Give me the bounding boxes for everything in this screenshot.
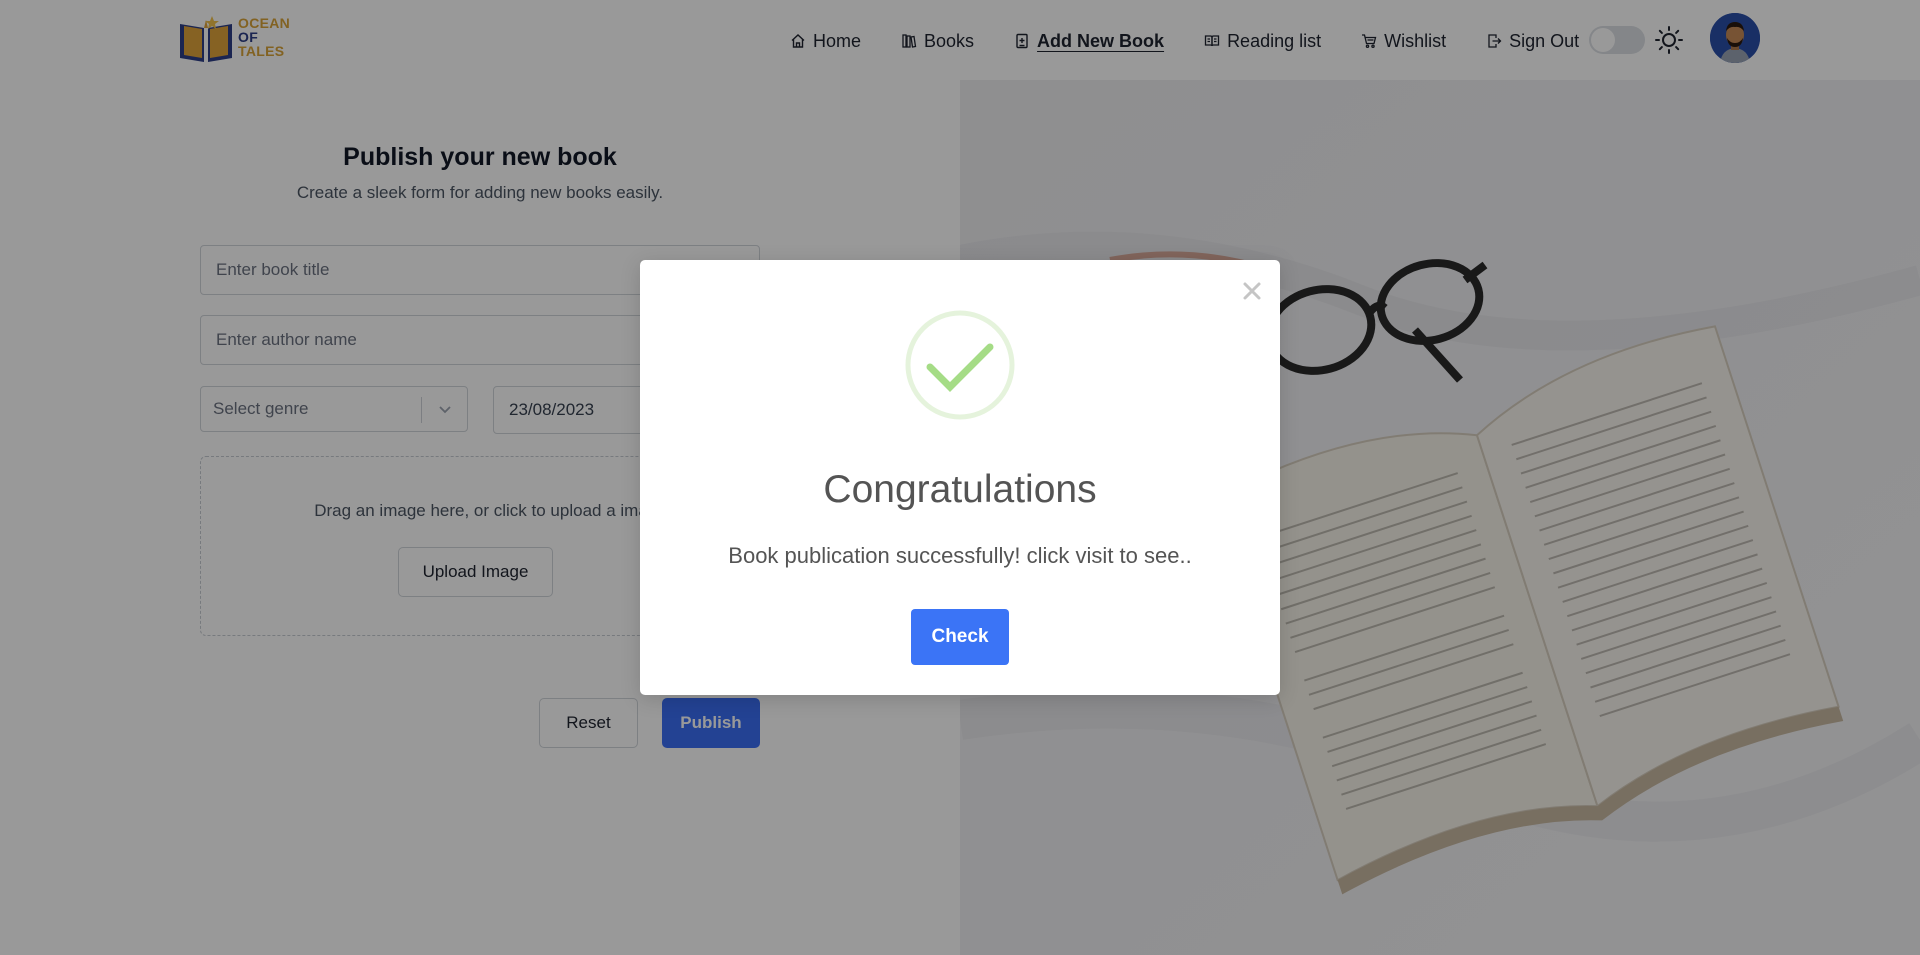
check-button[interactable]: Check	[911, 609, 1009, 665]
success-check-icon	[904, 309, 1016, 421]
success-modal: Congratulations Book publication success…	[640, 260, 1280, 695]
modal-title: Congratulations	[823, 468, 1097, 511]
close-icon[interactable]	[1237, 276, 1267, 306]
modal-message: Book publication successfully! click vis…	[728, 543, 1192, 568]
